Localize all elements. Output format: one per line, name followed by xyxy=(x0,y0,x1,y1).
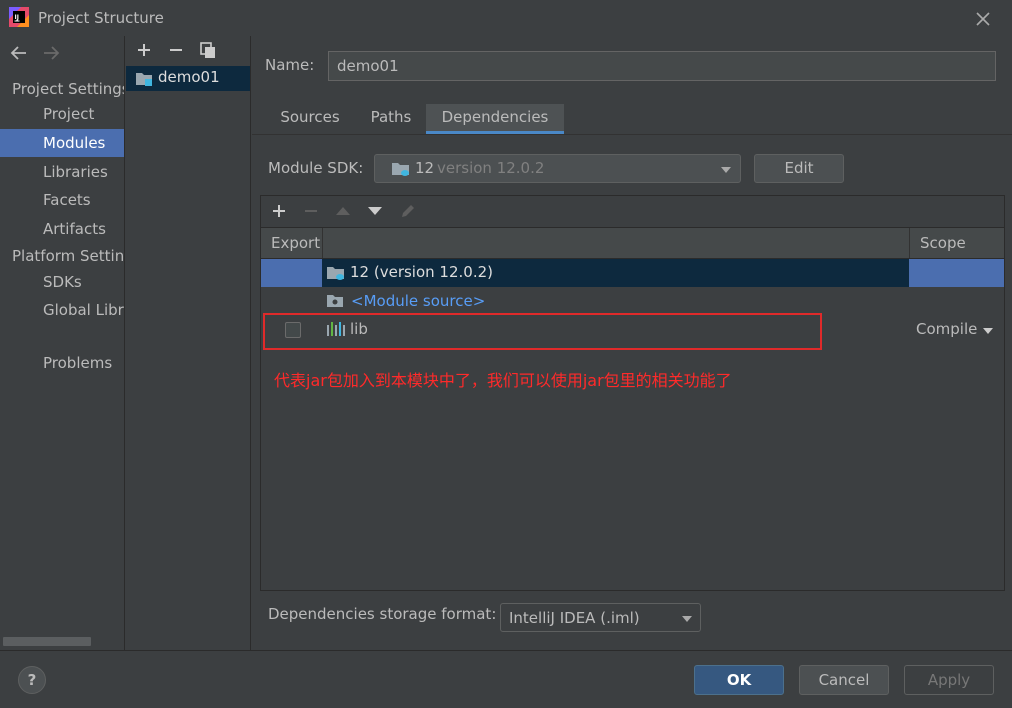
nav-item-libraries[interactable]: Libraries xyxy=(0,158,124,186)
highlight-box xyxy=(263,313,822,350)
nav-item-facets[interactable]: Facets xyxy=(0,186,124,214)
row-selection xyxy=(261,259,322,287)
chevron-down-icon xyxy=(682,616,692,622)
window-title: Project Structure xyxy=(38,9,164,27)
forward-arrow-icon[interactable] xyxy=(41,44,61,62)
add-dependency-icon[interactable] xyxy=(270,202,288,220)
copy-icon[interactable] xyxy=(199,41,217,59)
dependencies-header: Export Scope xyxy=(261,227,1004,259)
nav-item-modules[interactable]: Modules xyxy=(0,129,124,157)
tab-paths[interactable]: Paths xyxy=(357,104,425,134)
annotation-text: 代表jar包加入到本模块中了，我们可以使用jar包里的相关功能了 xyxy=(274,371,732,390)
back-arrow-icon[interactable] xyxy=(9,44,29,62)
ok-button[interactable]: OK xyxy=(694,665,784,695)
storage-format-label: Dependencies storage format: xyxy=(268,605,497,623)
modules-list-panel: demo01 xyxy=(126,36,251,650)
project-settings-header: Project Settings xyxy=(12,80,125,98)
module-sdk-dropdown[interactable]: 12 version 12.0.2 xyxy=(374,154,741,183)
help-button[interactable]: ? xyxy=(18,666,46,694)
export-column-header: Export xyxy=(271,234,321,252)
dependencies-table: Export Scope 12 (version 12.0.2) <Module… xyxy=(260,195,1005,591)
move-down-icon[interactable] xyxy=(366,202,384,220)
name-label: Name: xyxy=(265,56,315,74)
module-folder-icon xyxy=(135,71,153,87)
column-divider xyxy=(322,228,323,258)
sdk-folder-icon xyxy=(326,265,346,281)
intellij-app-icon: IJ xyxy=(9,7,29,27)
remove-dependency-icon[interactable] xyxy=(302,202,320,220)
dependency-name: <Module source> xyxy=(351,292,486,310)
sdk-folder-icon xyxy=(391,161,411,177)
tab-sources[interactable]: Sources xyxy=(268,104,352,134)
column-divider xyxy=(909,228,910,258)
dependency-row-module-source[interactable]: <Module source> xyxy=(261,288,1004,316)
module-name-label: demo01 xyxy=(158,68,220,86)
bottom-divider xyxy=(0,650,1012,651)
storage-format-dropdown[interactable]: IntelliJ IDEA (.iml) xyxy=(500,603,701,632)
nav-item-problems[interactable]: Problems xyxy=(0,349,124,377)
remove-icon[interactable] xyxy=(167,41,185,59)
edit-pencil-icon[interactable] xyxy=(399,202,417,220)
move-up-icon[interactable] xyxy=(334,202,352,220)
add-icon[interactable] xyxy=(135,41,153,59)
nav-item-artifacts[interactable]: Artifacts xyxy=(0,215,124,243)
chevron-down-icon xyxy=(721,167,731,173)
dependencies-toolbar xyxy=(261,196,1004,227)
settings-nav: Project Settings Project Modules Librari… xyxy=(0,36,125,650)
nav-item-global-libraries[interactable]: Global Libraries xyxy=(0,296,124,324)
svg-text:IJ: IJ xyxy=(15,14,19,21)
tabs-divider xyxy=(252,134,1012,135)
platform-settings-header: Platform Settings xyxy=(12,247,125,265)
module-sdk-label: Module SDK: xyxy=(268,159,364,177)
sdk-version: version 12.0.2 xyxy=(437,159,545,177)
dependency-row-sdk[interactable]: 12 (version 12.0.2) xyxy=(261,259,1004,287)
scope-dropdown[interactable]: Compile xyxy=(916,320,977,338)
nav-item-sdks[interactable]: SDKs xyxy=(0,268,124,296)
module-list-item[interactable]: demo01 xyxy=(126,66,250,91)
chevron-down-icon[interactable] xyxy=(983,328,993,334)
apply-button[interactable]: Apply xyxy=(904,665,994,695)
nav-horizontal-scrollbar[interactable] xyxy=(3,637,91,646)
edit-sdk-button[interactable]: Edit xyxy=(754,154,844,183)
source-folder-icon xyxy=(326,293,344,309)
tab-dependencies[interactable]: Dependencies xyxy=(426,104,564,134)
module-name-input[interactable] xyxy=(328,51,996,81)
sdk-name: 12 xyxy=(415,159,435,177)
close-icon[interactable] xyxy=(972,8,994,30)
cancel-button[interactable]: Cancel xyxy=(799,665,889,695)
storage-format-value: IntelliJ IDEA (.iml) xyxy=(509,609,640,627)
scope-column-header: Scope xyxy=(920,234,966,252)
nav-item-project[interactable]: Project xyxy=(0,100,124,128)
dependency-name: 12 (version 12.0.2) xyxy=(350,263,493,281)
row-selection xyxy=(909,259,1004,287)
